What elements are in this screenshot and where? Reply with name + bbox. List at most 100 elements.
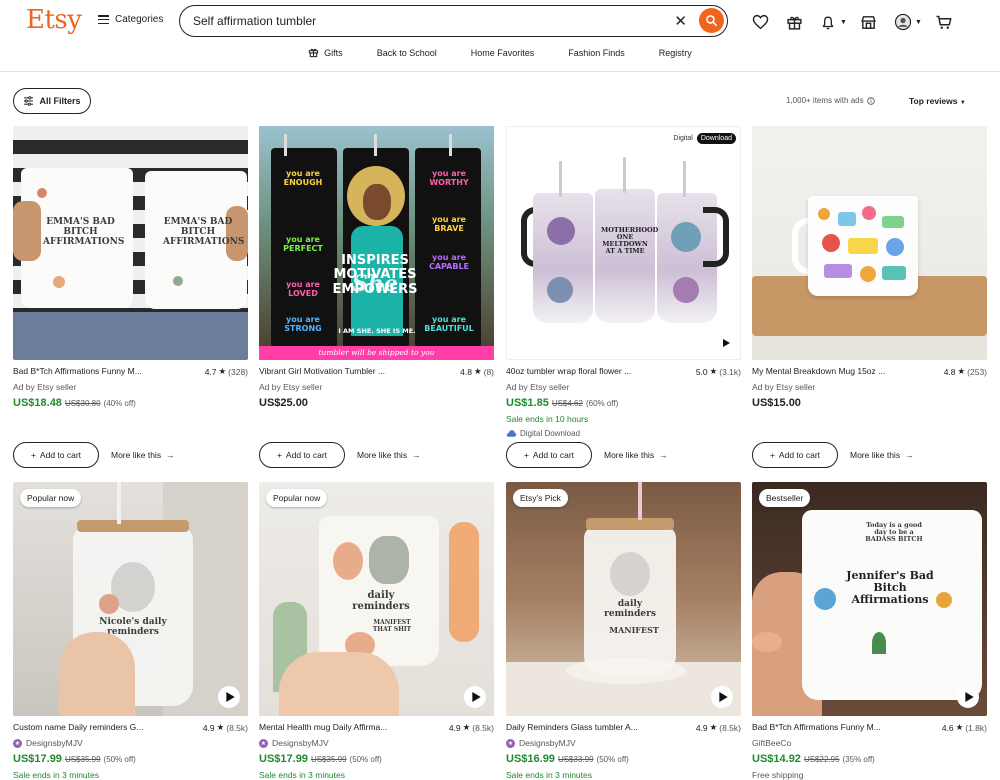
listing-title[interactable]: Bad B*Tch Affirmations Funny M...	[13, 366, 173, 377]
seller-name[interactable]: DesignsbyMJV	[272, 738, 329, 748]
review-count: (8.5k)	[719, 722, 741, 733]
sale-countdown: Sale ends in 3 minutes	[506, 770, 592, 780]
listing-card[interactable]: My Mental Breakdown Mug 15oz ... 4.8 ★ (25…	[752, 126, 987, 476]
listing-card[interactable]: EMMA'S BAD BITCH AFFIRMATIONS EMMA'S BAD…	[13, 126, 248, 476]
subnav-label: Fashion Finds	[568, 47, 625, 58]
listing-card[interactable]: daily reminders MANIFEST Etsy's Pick Dai…	[506, 482, 741, 780]
play-icon	[225, 692, 235, 702]
tumbler-script-text: She	[352, 271, 398, 297]
play-video-button[interactable]	[218, 686, 240, 708]
listing-image[interactable]: you are ENOUGH you are PERFECT you are L…	[259, 126, 494, 360]
secondary-nav: Gifts Back to School Home Favorites Fash…	[0, 47, 1000, 58]
all-filters-button[interactable]: All Filters	[13, 88, 91, 114]
plus-icon: +	[30, 450, 36, 460]
listing-title[interactable]: My Mental Breakdown Mug 15oz ...	[752, 366, 912, 377]
subnav-item-fashion-finds[interactable]: Fashion Finds	[568, 47, 625, 58]
listing-title[interactable]: Custom name Daily reminders G...	[13, 722, 173, 733]
popular-now-badge: Popular now	[266, 489, 328, 507]
listing-image[interactable]: Today is a good day to be a BADASS BITCH…	[752, 482, 987, 716]
tumbler-word: you are PERFECT	[283, 235, 323, 253]
add-to-cart-button[interactable]: + Add to cart	[752, 442, 838, 468]
favorites-heart-icon[interactable]	[750, 12, 770, 32]
listing-card[interactable]: Today is a good day to be a BADASS BITCH…	[752, 482, 987, 780]
listing-title[interactable]: 40oz tumbler wrap floral flower ...	[506, 366, 666, 377]
listing-image[interactable]: Digital Download MOTHERHOOD ONE MELTDOWN…	[506, 126, 741, 360]
categories-button[interactable]: Categories	[98, 14, 163, 25]
shipping-banner: tumbler will be shipped to you	[259, 346, 494, 360]
etsy-logo[interactable]: Etsy	[26, 5, 82, 35]
listing-rating: 4.8 ★ (253)	[944, 366, 987, 377]
search-button[interactable]	[699, 8, 724, 33]
play-video-button[interactable]	[957, 686, 979, 708]
listing-card[interactable]: Digital Download MOTHERHOOD ONE MELTDOWN…	[506, 126, 741, 476]
listing-title[interactable]: Bad B*Tch Affirmations Funny M...	[752, 722, 912, 733]
tumbler-word: you are STRONG	[284, 315, 322, 333]
listing-image[interactable]: daily reminders MANIFEST	[506, 482, 741, 716]
play-icon	[718, 692, 728, 702]
add-to-cart-label: Add to cart	[285, 450, 328, 460]
play-video-button[interactable]	[464, 686, 486, 708]
sale-price: US$16.99	[506, 753, 555, 765]
search-input[interactable]	[193, 14, 653, 28]
review-count: (1.8k)	[965, 722, 987, 733]
listing-rating: 4.9 ★ (8.5k)	[696, 722, 741, 733]
gift-icon[interactable]	[784, 12, 804, 32]
subnav-item-back-to-school[interactable]: Back to School	[377, 47, 437, 58]
listing-card[interactable]: you are ENOUGH you are PERFECT you are L…	[259, 126, 494, 476]
more-like-this-link[interactable]: More like this →	[604, 450, 668, 460]
seller-name[interactable]: DesignsbyMJV	[26, 738, 83, 748]
add-to-cart-button[interactable]: + Add to cart	[13, 442, 99, 468]
seller-name[interactable]: DesignsbyMJV	[519, 738, 576, 748]
subnav-item-registry[interactable]: Registry	[659, 47, 692, 58]
listing-card[interactable]: daily reminders MANIFEST THAT SHIT Popul…	[259, 482, 494, 780]
listing-rating: 5.0 ★ (3.1k)	[696, 366, 741, 377]
cart-icon[interactable]	[934, 12, 954, 32]
add-to-cart-button[interactable]: + Add to cart	[506, 442, 592, 468]
listing-rating: 4.6 ★ (1.8k)	[942, 722, 987, 733]
play-video-button[interactable]	[711, 686, 733, 708]
listing-card[interactable]: Nicole's daily reminders Popular now Cus…	[13, 482, 248, 780]
seller-name: Ad by Etsy seller	[259, 382, 323, 392]
original-price: US$22.95	[803, 755, 840, 764]
listing-title[interactable]: Daily Reminders Glass tumbler A...	[506, 722, 666, 733]
more-like-this-link[interactable]: More like this →	[111, 450, 175, 460]
listing-image[interactable]: Nicole's daily reminders	[13, 482, 248, 716]
image-tag: Digital Download	[673, 133, 736, 144]
discount-percent: (50% off)	[596, 755, 629, 764]
account-caret-icon[interactable]: ▼	[915, 19, 922, 26]
star-icon: ★	[955, 722, 964, 732]
star-seller-icon: ★	[506, 738, 515, 748]
add-to-cart-label: Add to cart	[532, 450, 575, 460]
notifications-bell-icon[interactable]	[818, 12, 838, 32]
listing-title[interactable]: Vibrant Girl Motivation Tumbler ...	[259, 366, 419, 377]
shop-manager-icon[interactable]	[859, 12, 879, 32]
info-icon[interactable]	[866, 96, 875, 105]
more-like-this-link[interactable]: More like this →	[850, 450, 914, 460]
subnav-item-home-favorites[interactable]: Home Favorites	[471, 47, 535, 58]
listing-image[interactable]: daily reminders MANIFEST THAT SHIT	[259, 482, 494, 716]
results-count: 1,000+ items with ads	[786, 96, 875, 105]
more-like-this-link[interactable]: More like this →	[357, 450, 421, 460]
listing-price: US$18.48 US$30.80 (40% off)	[13, 397, 248, 409]
account-avatar-icon[interactable]	[893, 12, 913, 32]
listing-image[interactable]: EMMA'S BAD BITCH AFFIRMATIONS EMMA'S BAD…	[13, 126, 248, 360]
filter-sliders-icon	[24, 96, 34, 106]
tumbler-sub-text: I AM SHE. SHE IS ME.	[338, 327, 416, 335]
star-icon: ★	[473, 366, 482, 376]
categories-label: Categories	[115, 14, 164, 25]
star-icon: ★	[709, 722, 718, 732]
listing-image[interactable]	[752, 126, 987, 360]
add-to-cart-button[interactable]: + Add to cart	[259, 442, 345, 468]
subnav-item-gifts[interactable]: Gifts	[308, 47, 343, 58]
clear-search-icon[interactable]: ✕	[674, 12, 687, 30]
notifications-caret-icon[interactable]: ▼	[840, 19, 847, 26]
seller-name[interactable]: GiftBeeCo	[752, 738, 987, 748]
sort-dropdown[interactable]: Top reviews ▼	[909, 96, 966, 106]
tumbler-print-text: MOTHERHOOD ONE MELTDOWN AT A TIME	[601, 226, 659, 256]
listing-title[interactable]: Mental Health mug Daily Affirma...	[259, 722, 419, 733]
review-count: (8.5k)	[226, 722, 248, 733]
play-icon[interactable]	[723, 339, 730, 347]
mug-print-text: EMMA'S BAD BITCH AFFIRMATIONS	[43, 217, 125, 247]
arrow-right-icon: →	[659, 450, 668, 460]
rating-value: 4.8	[460, 366, 472, 377]
